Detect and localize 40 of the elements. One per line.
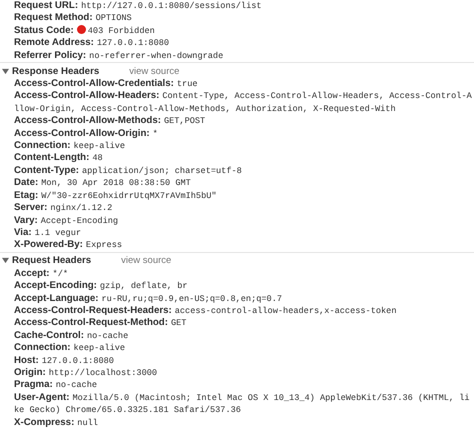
header-row-text: Date: Mon, 30 Apr 2018 08:38:50 GMT	[14, 177, 192, 190]
header-row-text: Access-Control-Allow-Credentials: true	[14, 78, 199, 90]
header-row-text: Vary: Accept-Encoding	[14, 214, 120, 227]
header-row-text: Access-Control-Request-Headers: access-control-allow-headers,x-access-token	[14, 304, 398, 318]
header-row-text: Accept-Language: ru-RU,ru;q=0.9,en-US;q=0.8,en;q=0.7	[14, 292, 284, 305]
header-row-text: Access-Control-Allow-Methods: GET,POST	[14, 115, 206, 128]
header-name: Request URL:	[14, 0, 78, 11]
header-value: http://127.0.0.1:8080/sessions/list	[81, 1, 262, 11]
header-row-text: Access-Control-Allow-Origin: *	[14, 128, 159, 140]
header-row-text: Content-Type: application/json; charset=utf-8	[14, 164, 243, 178]
header-row-text: Pragma: no-cache	[14, 379, 98, 392]
header-row-text: Server: nginx/1.12.2	[14, 202, 114, 214]
section-toggle[interactable]: Response Headers	[2, 66, 100, 77]
header-row-text: Cache-Control: no-cache	[14, 330, 130, 342]
header-value: 127.0.0.1:8080	[96, 38, 170, 48]
header-row-text: X-Powered-By: Express	[14, 239, 124, 252]
view-source-link[interactable]: view source	[121, 255, 172, 266]
header-row-text: Via: 1.1 vegur	[14, 226, 82, 240]
view-source-link[interactable]: view source	[129, 66, 180, 77]
header-name: Request Method:	[14, 12, 93, 24]
header-row-text: Content-Length: 48	[14, 152, 104, 165]
header-row-text: Accept-Encoding: gzip, deflate, br	[14, 280, 189, 293]
header-row-text: Connection: keep-alive	[14, 342, 126, 355]
triangle-icon	[2, 257, 9, 264]
header-row-text: Access-Control-Allow-Headers: Content-Type, Access-Control-Allow-Headers, Access-Control-Allow-Origin, Access-Control-Allow-Methods, Authorization, X-Requested-With	[14, 90, 473, 116]
header-name: Referrer Policy:	[14, 50, 86, 61]
header-value: 403 Forbidden	[88, 26, 155, 36]
header-name: Remote Address:	[14, 37, 94, 48]
header-row-text: Connection: keep-alive	[14, 140, 126, 152]
header-row-text: Accept: */*	[14, 268, 70, 280]
header-row-text: Access-Control-Request-Method: GET	[14, 317, 188, 330]
header-value: no-referrer-when-downgrade	[89, 50, 224, 61]
header-row-text: Etag: W/"30-zzr6EohxidrrUtqMX7rAVmIh5bU"	[14, 190, 218, 202]
header-row-text: Host: 127.0.0.1:8080	[14, 354, 115, 367]
header-value: OPTIONS	[96, 13, 132, 24]
header-name: Status Code:	[14, 24, 74, 36]
header-row-text: Origin: http://localhost:3000	[14, 366, 158, 380]
section-toggle[interactable]: Request Headers	[2, 255, 92, 266]
triangle-icon	[2, 68, 9, 75]
header-row-text: X-Compress: null	[14, 416, 99, 429]
